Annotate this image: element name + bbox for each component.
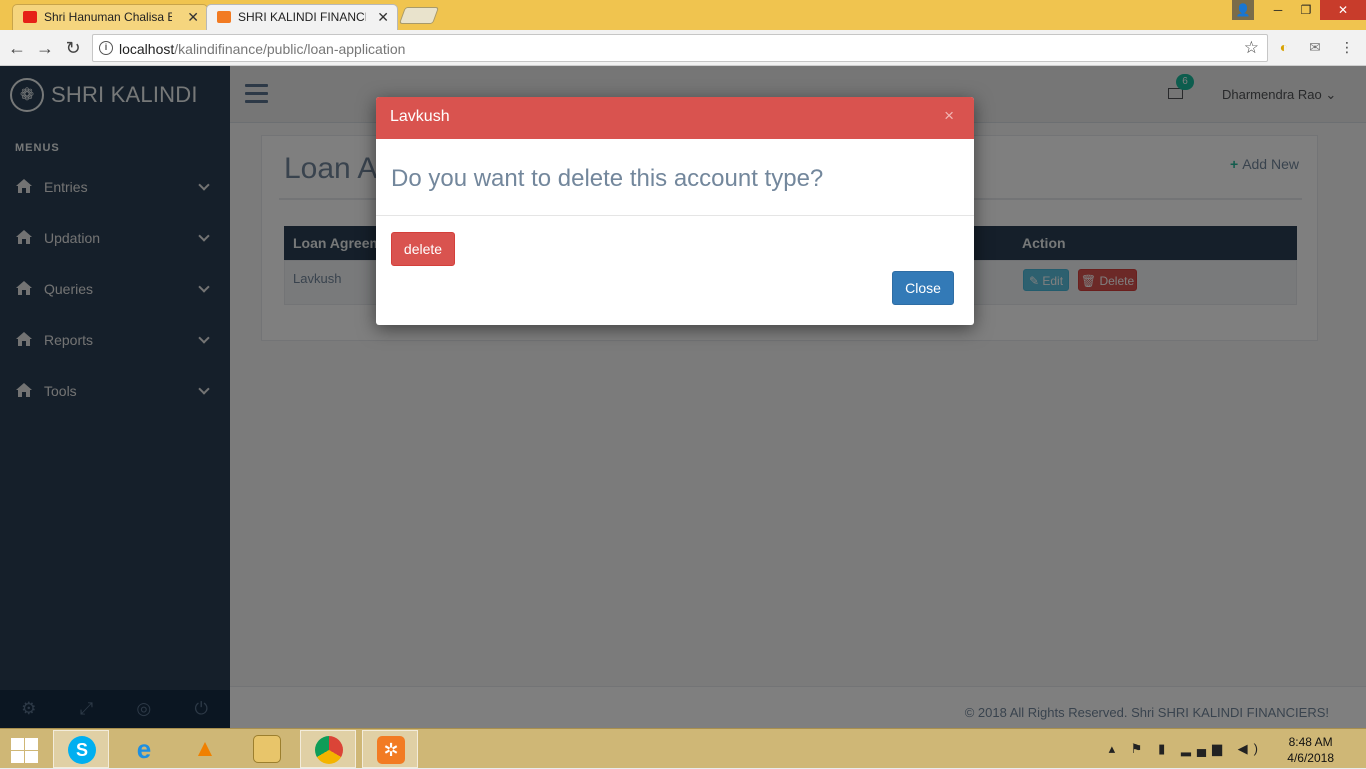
extension-moon-icon[interactable]: ◐ [1275, 38, 1293, 56]
window-controls: 👤 ─ ❐ ✕ [1232, 0, 1366, 20]
taskbar-vlc[interactable]: ▲ [177, 730, 233, 768]
folder-icon [253, 735, 281, 763]
modal-title: Lavkush [390, 108, 450, 125]
browser-tab-strip: Shri Hanuman Chalisa Bh ✕ SHRI KALINDI F… [0, 0, 1366, 30]
extension-mail-icon[interactable]: ✉ [1306, 38, 1324, 56]
tab-title: SHRI KALINDI FINANCIEF [238, 10, 366, 24]
browser-tab-youtube[interactable]: Shri Hanuman Chalisa Bh ✕ [12, 4, 208, 30]
clock-date: 4/6/2018 [1287, 751, 1334, 765]
restore-button[interactable]: ❐ [1292, 0, 1320, 20]
reload-icon[interactable]: ↻ [62, 37, 84, 59]
taskbar-chrome[interactable] [300, 730, 356, 768]
xampp-icon: ✲ [377, 736, 405, 764]
new-tab-button[interactable] [398, 7, 440, 24]
xampp-icon [217, 11, 231, 23]
close-icon[interactable]: × [944, 106, 954, 126]
tab-title: Shri Hanuman Chalisa Bh [44, 10, 172, 24]
chrome-menu-icon[interactable]: ⋮ [1338, 38, 1356, 56]
taskbar-file-explorer[interactable] [239, 730, 295, 768]
browser-tab-kalindi[interactable]: SHRI KALINDI FINANCIEF ✕ [206, 4, 398, 30]
minimize-button[interactable]: ─ [1264, 0, 1292, 20]
close-tab-icon[interactable]: ✕ [377, 5, 389, 29]
vlc-cone-icon: ▲ [193, 735, 217, 762]
address-bar[interactable]: i localhost/kalindifinance/public/loan-a… [92, 34, 1268, 62]
profile-icon[interactable]: 👤 [1232, 0, 1254, 20]
delete-confirm-modal: Lavkush × Do you want to delete this acc… [376, 97, 974, 325]
windows-start-icon[interactable] [8, 737, 40, 763]
close-tab-icon[interactable]: ✕ [187, 5, 199, 29]
modal-body: Do you want to delete this account type? [376, 139, 974, 216]
browser-toolbar: ← → ↻ i localhost/kalindifinance/public/… [0, 30, 1366, 66]
url-text[interactable]: localhost/kalindifinance/public/loan-app… [119, 41, 405, 57]
skype-icon: S [68, 736, 96, 764]
chrome-icon [315, 736, 343, 764]
taskbar-internet-explorer[interactable]: e [116, 730, 172, 768]
internet-explorer-icon: e [136, 734, 152, 764]
back-arrow-icon[interactable]: ← [6, 37, 28, 59]
taskbar-skype[interactable]: S [53, 730, 109, 768]
taskbar-xampp[interactable]: ✲ [362, 730, 418, 768]
confirm-delete-button[interactable]: delete [391, 232, 455, 266]
forward-arrow-icon[interactable]: → [34, 37, 56, 59]
taskbar: S e ▲ ✲ ▴ ⚑ ▮ ▂▄▆ ◀) 8:48 AM 4/6/2018 [0, 728, 1366, 768]
tray-icons[interactable]: ▴ ⚑ ▮ ▂▄▆ ◀) [1109, 741, 1264, 757]
youtube-icon [23, 11, 37, 23]
close-window-button[interactable]: ✕ [1320, 0, 1366, 20]
confirm-question: Do you want to delete this account type? [391, 165, 824, 192]
info-icon[interactable]: i [99, 41, 113, 55]
bookmark-star-icon[interactable]: ☆ [1244, 38, 1259, 58]
modal-header: Lavkush × [376, 97, 974, 139]
clock[interactable]: 8:48 AM 4/6/2018 [1287, 734, 1334, 766]
clock-time: 8:48 AM [1288, 735, 1333, 749]
close-modal-button[interactable]: Close [892, 271, 954, 305]
